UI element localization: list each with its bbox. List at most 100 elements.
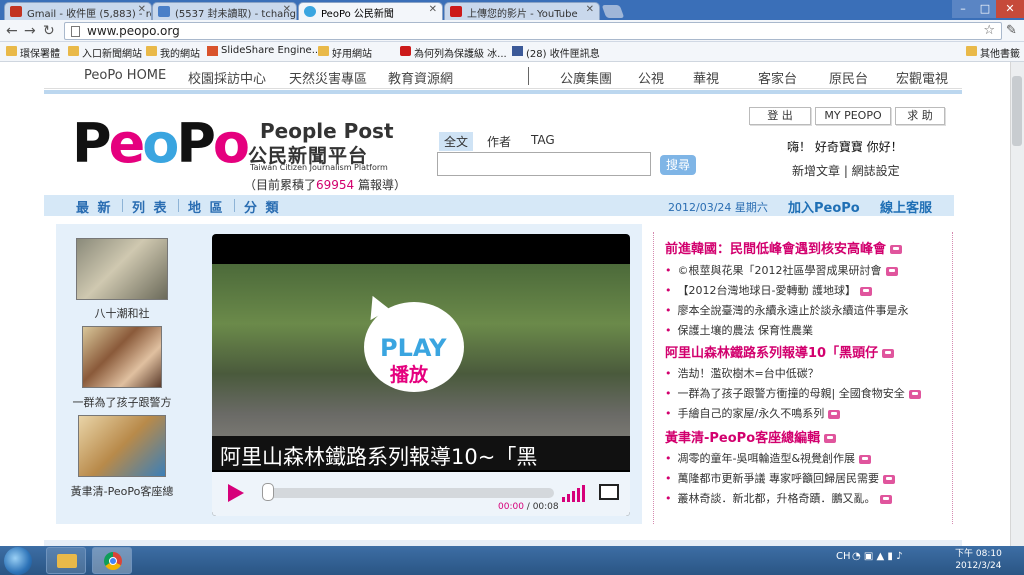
wrench-icon[interactable]: ✎ — [1006, 23, 1017, 38]
windows-start-icon[interactable] — [4, 547, 32, 575]
scrollbar-thumb[interactable] — [1012, 76, 1022, 146]
subnav-region[interactable]: 地 區 — [188, 197, 225, 216]
list-item[interactable]: 【2012台灣地球日-愛轉動 護地球】 — [665, 282, 872, 298]
subnav-divider — [234, 199, 235, 212]
list-item[interactable]: 一群為了孩子跟警方衝撞的母親| 全國食物安全 — [665, 385, 921, 401]
news-heading[interactable]: 前進韓國：民間低峰會遇到核安高峰會 — [665, 238, 903, 257]
nav-hakka[interactable]: 客家台 — [758, 68, 797, 87]
minimize-button[interactable]: – — [952, 0, 974, 18]
online-support-link[interactable]: 線上客服 — [880, 197, 932, 216]
facebook-icon — [512, 46, 523, 56]
subnav-divider — [122, 199, 123, 212]
nav-underline — [44, 90, 962, 94]
subnav-latest[interactable]: 最 新 — [76, 197, 113, 216]
bookmark-item[interactable]: 環保署體 — [6, 45, 60, 60]
back-arrow-icon[interactable]: ← — [6, 23, 18, 39]
list-item[interactable]: 叢林奇談．新北都，升格奇蹟．鵬又亂。 — [665, 490, 892, 506]
user-links[interactable]: 新增文章 | 網誌設定 — [792, 162, 900, 179]
thumbnail-caption-1[interactable]: 八十潮和社 — [60, 305, 184, 321]
star-icon[interactable]: ☆ — [983, 23, 995, 39]
language-indicator[interactable]: CH — [836, 551, 851, 562]
play-icon[interactable] — [228, 484, 244, 502]
thumbnail-1[interactable] — [76, 238, 168, 300]
play-label-zh[interactable]: 播放 — [390, 360, 428, 387]
list-item[interactable]: 萬隆都市更新爭議 專家呼籲回歸居民需要 — [665, 470, 895, 486]
close-icon[interactable]: ✕ — [283, 4, 291, 15]
comment-icon — [859, 454, 872, 464]
taskbar-clock[interactable]: 下午 08:10 2012/3/24 — [955, 548, 1002, 572]
list-item[interactable]: 手繪自己的家屋/永久不鳴系列 — [665, 405, 841, 421]
progress-bar[interactable] — [266, 488, 554, 498]
maximize-button[interactable]: □ — [974, 0, 996, 18]
bookmark-item[interactable]: 我的網站 — [146, 45, 200, 60]
news-heading[interactable]: 阿里山森林鐵路系列報導10「黑頭仔 — [665, 342, 895, 361]
tab-youtube[interactable]: 上傳您的影片 - YouTube ✕ — [444, 2, 600, 20]
search-button[interactable]: 搜尋 — [660, 155, 696, 175]
bookmark-item[interactable]: 入口新聞網站 — [68, 45, 142, 60]
nav-pts[interactable]: 公視 — [638, 68, 664, 87]
list-item[interactable]: 浩劫！濫砍樹木=台中低碳？ — [665, 365, 819, 381]
comment-icon — [859, 286, 872, 296]
logout-button[interactable]: 登 出 — [749, 107, 811, 125]
page-icon — [71, 26, 80, 37]
bookmark-item[interactable]: SlideShare Engine... — [207, 45, 321, 56]
thumbnail-caption-3[interactable]: 黃聿清-PeoPo客座總 — [60, 483, 184, 499]
thumbnail-caption-2[interactable]: 一群為了孩子跟警方 — [60, 394, 184, 410]
forward-arrow-icon[interactable]: → — [24, 23, 36, 39]
fullscreen-icon[interactable] — [599, 484, 619, 500]
list-item[interactable]: ©根莖與花果「2012社區學習成果研討會 — [665, 262, 898, 278]
seek-handle[interactable] — [262, 483, 274, 501]
volume-icon[interactable] — [562, 482, 592, 502]
help-button[interactable]: 求 助 — [895, 107, 945, 125]
search-input[interactable] — [437, 152, 651, 176]
bookmark-item[interactable]: 其他書籤 — [966, 45, 1020, 60]
new-tab-button[interactable] — [601, 5, 625, 18]
tab-peopo[interactable]: PeoPo 公民新聞 ✕ — [298, 2, 443, 20]
folder-icon — [146, 46, 157, 56]
list-item[interactable]: 凋零的童年-吳咡輪造型&視覺創作展 — [665, 450, 872, 466]
search-tab-author[interactable]: 作者 — [482, 132, 516, 151]
list-item[interactable]: 廖本全說臺灣的永續永遠止於談永續這件事是永 — [665, 302, 909, 318]
close-icon[interactable]: ✕ — [586, 4, 594, 15]
peopo-logo[interactable]: PeoPo — [72, 112, 250, 175]
list-item[interactable]: 保護土壤的農法 保育性農業 — [665, 322, 814, 338]
join-peopo-link[interactable]: 加入PeoPo — [788, 197, 860, 216]
tab-mail[interactable]: (5537 封未讀取) - tchang1 ✕ — [152, 2, 297, 20]
nav-campus[interactable]: 校園採訪中心 — [188, 68, 266, 87]
tray-icons[interactable]: ◔ ▣ ▲ ▮ ♪ — [852, 551, 902, 562]
nav-macroview[interactable]: 宏觀電視 — [896, 68, 948, 87]
close-window-button[interactable]: ✕ — [996, 0, 1024, 18]
search-tab-fulltext[interactable]: 全文 — [439, 132, 474, 151]
reload-icon[interactable]: ↻ — [43, 23, 55, 39]
close-icon[interactable]: ✕ — [429, 4, 437, 15]
play-label-en[interactable]: PLAY — [380, 334, 447, 362]
thumbnail-3[interactable] — [78, 415, 166, 477]
tab-label: (5537 封未讀取) - tchang1 — [175, 9, 297, 20]
slideshare-icon — [207, 46, 218, 56]
comment-icon — [828, 409, 841, 419]
nav-cts[interactable]: 華視 — [693, 68, 719, 87]
nav-disaster[interactable]: 天然災害專區 — [289, 68, 367, 87]
url-input[interactable]: www.peopo.org ☆ — [64, 22, 1002, 40]
nav-indigenous[interactable]: 原民台 — [829, 68, 868, 87]
bookmark-item[interactable]: (28) 收件匣訊息 — [512, 45, 600, 60]
news-heading[interactable]: 黃聿清-PeoPo客座總編輯 — [665, 427, 837, 446]
folder-icon — [966, 46, 977, 56]
nav-education[interactable]: 教育資源網 — [388, 68, 453, 87]
nav-pts-group[interactable]: 公廣集團 — [560, 68, 612, 87]
windows-taskbar: CH ◔ ▣ ▲ ▮ ♪ 下午 08:10 2012/3/24 — [0, 546, 1024, 575]
explorer-icon[interactable] — [46, 547, 86, 574]
subnav-category[interactable]: 分 類 — [244, 197, 281, 216]
chrome-icon[interactable] — [92, 547, 132, 574]
thumbnail-2[interactable] — [82, 326, 162, 388]
subnav-list[interactable]: 列 表 — [132, 197, 169, 216]
search-tab-tag[interactable]: TAG — [526, 132, 560, 148]
close-icon[interactable]: ✕ — [138, 4, 146, 15]
tab-gmail[interactable]: Gmail - 收件匣 (5,883) - ro ✕ — [4, 2, 152, 20]
bookmark-item[interactable]: 為何列為保護級 冰... — [400, 45, 507, 60]
nav-home[interactable]: PeoPo HOME — [84, 68, 166, 83]
my-peopo-button[interactable]: MY PEOPO — [815, 107, 891, 125]
logo-subtitle: Taiwan Citizen Journalism Platform — [250, 163, 388, 172]
video-player[interactable]: PLAY 播放 阿里山森林鐵路系列報導10~「黑 00:00 / 00:08 — [212, 234, 630, 516]
bookmark-item[interactable]: 好用網站 — [318, 45, 372, 60]
